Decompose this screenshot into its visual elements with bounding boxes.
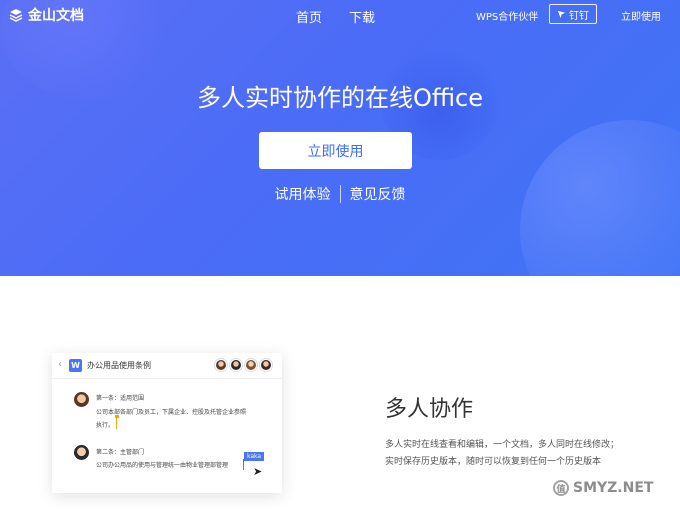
watermark-logo-icon: 值 (553, 480, 569, 496)
nav-partner-link[interactable]: WPS合作伙伴 (476, 8, 538, 23)
word-doc-icon: W (69, 359, 82, 372)
watermark: 值 SMYZ.NET (553, 480, 653, 496)
back-chevron-icon: ‹ (58, 359, 62, 370)
mockup-header: ‹ W 办公用品使用条例 (52, 353, 282, 379)
avatar (74, 392, 89, 407)
feature-description: 多人实时在线查看和编辑，一个文档，多人同时在线修改； 实时保存历史版本，随时可以… (385, 437, 655, 471)
avatar (230, 359, 242, 371)
layers-icon (9, 9, 23, 22)
mockup-text: 第二条：主管部门 (96, 449, 145, 456)
mouse-pointer-icon: ➤ (253, 465, 263, 478)
text-cursor (243, 459, 244, 470)
feedback-link[interactable]: 意见反馈 (350, 184, 406, 204)
nav-use-now-link[interactable]: 立即使用 (621, 8, 661, 23)
feature-desc-line: 实时保存历史版本，随时可以恢复到任何一个历史版本 (385, 457, 602, 467)
mockup-text: 第一条：适用范围 (96, 395, 145, 402)
avatar (245, 359, 257, 371)
logo[interactable]: 金山文档 (9, 5, 84, 25)
hero-title: 多人实时协作的在线Office (196, 84, 484, 112)
dingtalk-icon (557, 10, 566, 18)
avatar (74, 445, 89, 460)
feature-desc-line: 多人实时在线查看和编辑，一个文档，多人同时在线修改； (385, 440, 620, 450)
use-now-button[interactable]: 立即使用 (259, 132, 412, 169)
avatar (260, 359, 272, 371)
mockup-text: 执行。 (96, 422, 115, 429)
nav-home-link[interactable]: 首页 (296, 7, 322, 26)
dingtalk-button[interactable]: 钉钉 (549, 4, 597, 24)
avatar (215, 359, 227, 371)
logo-text: 金山文档 (28, 8, 84, 24)
top-nav: 金山文档 首页 下载 WPS合作伙伴 钉钉 立即使用 (0, 0, 680, 30)
text-cursor (115, 415, 119, 429)
feature-title: 多人协作 (385, 397, 474, 422)
collaborator-tag: kaka (244, 452, 265, 461)
mockup-doc-title: 办公用品使用条例 (87, 361, 151, 370)
hero-sublinks: 试用体验 意见反馈 (0, 184, 680, 204)
trial-link[interactable]: 试用体验 (275, 184, 331, 204)
collaborator-avatars (215, 359, 272, 371)
watermark-text: SMYZ.NET (573, 480, 654, 496)
mockup-text: 公司办公用品的使用与管理统一由物业管理部管理 (96, 462, 229, 469)
hero-banner: 金山文档 首页 下载 WPS合作伙伴 钉钉 立即使用 多人实时协作的在线Offi… (0, 0, 680, 276)
divider (339, 185, 341, 203)
nav-download-link[interactable]: 下载 (349, 7, 375, 26)
collab-doc-mockup: ‹ W 办公用品使用条例 第一条：适用范围 公司本部各部门及员工，下属企业、控股… (52, 353, 282, 493)
dingtalk-label: 钉钉 (569, 10, 589, 22)
